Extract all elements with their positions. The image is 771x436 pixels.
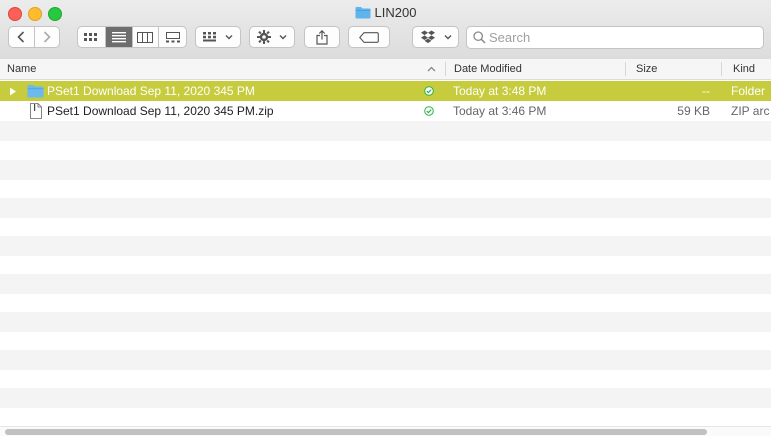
list-view-icon xyxy=(111,31,126,42)
column-header: Name Date Modified Size Kind xyxy=(0,59,771,80)
column-divider[interactable] xyxy=(625,62,626,76)
chevron-left-icon xyxy=(17,31,25,43)
chevron-down-icon xyxy=(444,35,451,40)
empty-row xyxy=(0,312,771,332)
name-column-header[interactable]: Name xyxy=(7,59,36,79)
gear-icon xyxy=(257,30,271,44)
icon-view-icon xyxy=(84,33,98,41)
tags-button[interactable] xyxy=(348,26,390,48)
empty-row xyxy=(0,350,771,370)
chevron-right-icon xyxy=(43,31,51,43)
horizontal-scrollbar[interactable] xyxy=(0,426,771,436)
file-name: PSet1 Download Sep 11, 2020 345 PM xyxy=(47,84,255,98)
gallery-view-button[interactable] xyxy=(159,27,186,47)
column-divider[interactable] xyxy=(721,62,722,76)
window-title: LIN200 xyxy=(0,5,771,22)
chevron-down-icon xyxy=(279,35,287,40)
file-date-modified: Today at 3:48 PM xyxy=(453,84,547,98)
column-divider[interactable] xyxy=(445,62,446,76)
finder-window: LIN200 Search Name Date Modified Size Ki… xyxy=(0,0,771,436)
file-list: PSet1 Download Sep 11, 2020 345 PM Today… xyxy=(0,80,771,426)
list-view-button[interactable] xyxy=(105,27,133,47)
empty-row xyxy=(0,160,771,180)
sync-status-icon xyxy=(424,106,434,116)
gallery-view-icon xyxy=(165,31,180,42)
empty-row xyxy=(0,274,771,294)
file-date-modified: Today at 3:46 PM xyxy=(453,104,547,118)
back-forward-control xyxy=(8,26,60,48)
file-name: PSet1 Download Sep 11, 2020 345 PM.zip xyxy=(47,104,274,118)
kind-column-header[interactable]: Kind xyxy=(733,59,755,79)
share-icon xyxy=(316,29,328,45)
size-column-header[interactable]: Size xyxy=(636,59,657,79)
tag-icon xyxy=(359,31,379,43)
folder-icon xyxy=(27,85,44,98)
group-by-button[interactable] xyxy=(195,26,241,48)
icon-view-button[interactable] xyxy=(78,27,106,47)
window-title-text: LIN200 xyxy=(374,5,417,20)
search-icon xyxy=(473,31,486,44)
share-button[interactable] xyxy=(304,26,340,48)
file-row[interactable]: PSet1 Download Sep 11, 2020 345 PM.zip T… xyxy=(0,101,771,121)
scrollbar-thumb[interactable] xyxy=(5,429,707,435)
column-view-button[interactable] xyxy=(133,27,160,47)
file-size: -- xyxy=(702,84,710,98)
toolbar: LIN200 xyxy=(0,0,771,60)
group-icon xyxy=(203,32,216,42)
empty-row xyxy=(0,388,771,408)
dropbox-menu-button[interactable] xyxy=(412,26,459,48)
view-mode-control xyxy=(77,26,187,48)
action-menu-button[interactable] xyxy=(249,26,295,48)
file-size: 59 KB xyxy=(677,104,710,118)
empty-row xyxy=(0,236,771,256)
forward-button[interactable] xyxy=(35,27,60,47)
date-modified-column-header[interactable]: Date Modified xyxy=(454,59,522,79)
name-column-label: Name xyxy=(7,63,37,75)
file-kind: ZIP arc xyxy=(731,104,770,118)
disclosure-triangle-icon[interactable] xyxy=(9,87,17,96)
column-view-icon xyxy=(137,31,154,43)
empty-row xyxy=(0,121,771,141)
date-modified-column-label: Date Modified xyxy=(454,63,522,75)
chevron-down-icon xyxy=(225,35,233,40)
search-input[interactable] xyxy=(489,29,749,46)
size-column-label: Size xyxy=(636,63,658,75)
search-field[interactable] xyxy=(466,26,764,49)
kind-column-label: Kind xyxy=(733,63,756,75)
empty-row xyxy=(0,198,771,218)
zip-file-icon xyxy=(30,103,42,119)
dropbox-icon xyxy=(420,30,435,44)
back-button[interactable] xyxy=(9,27,35,47)
sync-status-icon xyxy=(424,86,434,96)
file-row[interactable]: PSet1 Download Sep 11, 2020 345 PM Today… xyxy=(0,81,771,101)
sort-ascending-icon[interactable] xyxy=(427,66,436,72)
file-kind: Folder xyxy=(731,84,766,98)
folder-icon xyxy=(355,6,371,22)
